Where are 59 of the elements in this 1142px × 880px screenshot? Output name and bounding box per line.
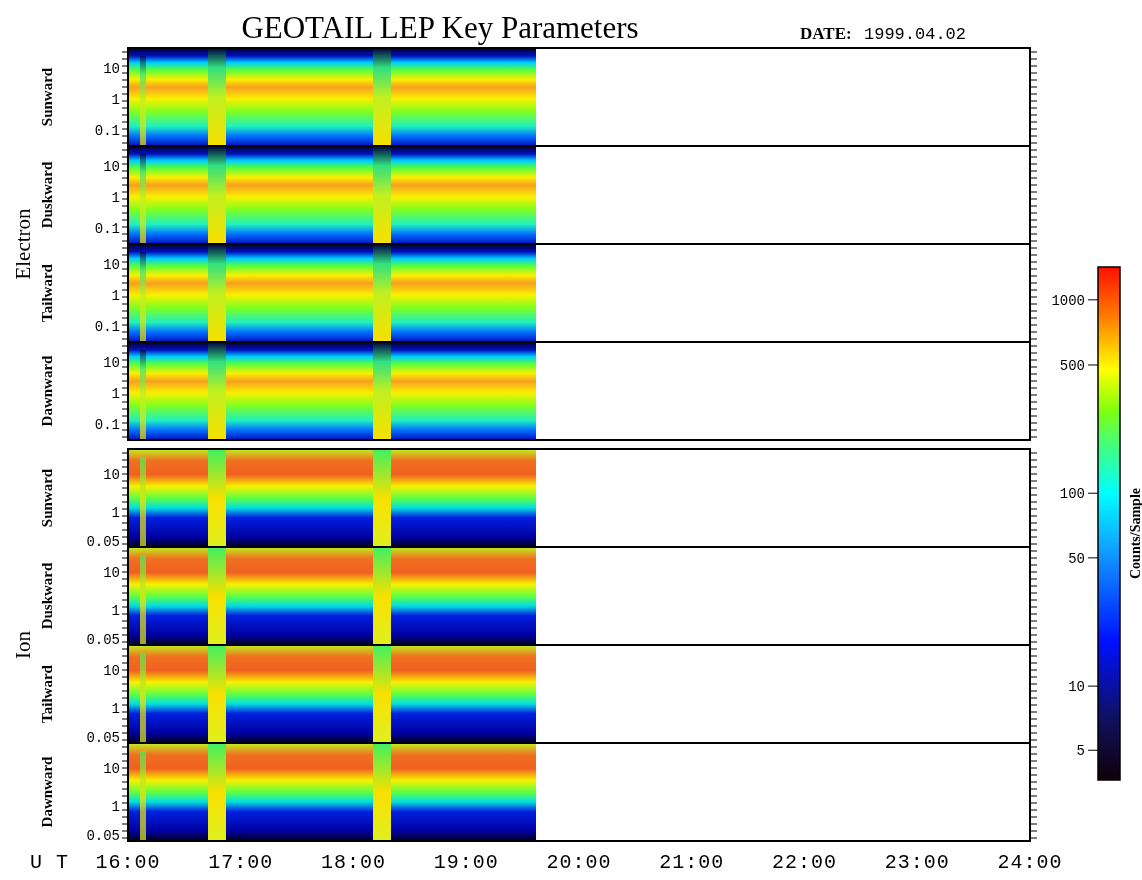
colorbar-tick: [1087, 299, 1099, 301]
plot-title: GEOTAIL LEP Key Parameters: [241, 10, 639, 45]
colorbar-tick-label: 10: [1068, 679, 1085, 696]
y-tick-label: 10: [103, 466, 120, 483]
direction-label: Tailward: [39, 665, 55, 723]
y-tick-label: 10: [103, 662, 120, 679]
colorbar-tick: [1087, 685, 1099, 687]
colorbar-tick: [1087, 557, 1099, 559]
direction-label: Duskward: [39, 562, 55, 630]
y-tick-label: 10: [103, 354, 120, 371]
direction-label: Sunward: [39, 67, 55, 127]
y-tick-label: 1: [111, 602, 120, 619]
colorbar-tick-label: 1000: [1051, 292, 1085, 309]
colorbar-tick: [1087, 749, 1099, 751]
group-label: Electron: [11, 208, 35, 280]
direction-label: Dawnward: [39, 355, 55, 427]
y-tick-label: 0.05: [86, 632, 120, 649]
direction-label: Sunward: [39, 468, 55, 528]
y-tick-label: 10: [103, 60, 120, 77]
time-tick-label: 16:00: [95, 851, 161, 874]
y-tick-label: 10: [103, 760, 120, 777]
y-tick-label: 0.05: [86, 828, 120, 845]
y-tick-label: 10: [103, 256, 120, 273]
time-tick-label: 17:00: [208, 851, 274, 874]
y-tick-label: 1: [111, 798, 120, 815]
y-tick-label: 1: [111, 504, 120, 521]
time-tick-label: 24:00: [997, 851, 1063, 874]
direction-label: Tailward: [39, 264, 55, 322]
y-tick-label: 0.1: [94, 123, 120, 140]
date-label: DATE:: [800, 24, 852, 43]
date-value: 1999.04.02: [864, 25, 967, 44]
y-tick-label: 1: [111, 287, 120, 304]
y-tick-label: 1: [111, 700, 120, 717]
colorbar-tick-label: 5: [1076, 743, 1085, 760]
y-tick-label: 1: [111, 385, 120, 402]
y-tick-label: 10: [103, 564, 120, 581]
colorbar-tick: [1087, 492, 1099, 494]
time-tick-label: 22:00: [772, 851, 837, 874]
colorbar-tick-label: 50: [1068, 550, 1085, 567]
y-tick-label: 1: [111, 189, 120, 206]
group-label: Ion: [11, 631, 35, 659]
colorbar-tick: [1087, 364, 1099, 366]
y-tick-label: 0.1: [94, 417, 120, 434]
y-tick-label: 0.05: [86, 534, 120, 551]
time-tick-label: 23:00: [884, 851, 950, 874]
direction-label: Duskward: [39, 161, 55, 229]
y-tick-label: 0.1: [94, 221, 120, 238]
colorbar-tick-label: 500: [1059, 358, 1085, 374]
time-tick-label: 19:00: [433, 851, 499, 874]
direction-label: Dawnward: [39, 756, 55, 828]
time-tick-label: 20:00: [546, 851, 612, 874]
y-tick-label: 1: [111, 91, 120, 108]
y-tick-label: 0.1: [94, 319, 120, 336]
axis-label: U T: [30, 851, 69, 874]
time-tick-label: 18:00: [321, 851, 386, 874]
colorbar-tick-label: 100: [1059, 486, 1085, 503]
y-tick-label: 10: [103, 158, 120, 175]
time-tick-label: 21:00: [659, 851, 725, 874]
y-tick-label: 0.05: [86, 730, 120, 747]
